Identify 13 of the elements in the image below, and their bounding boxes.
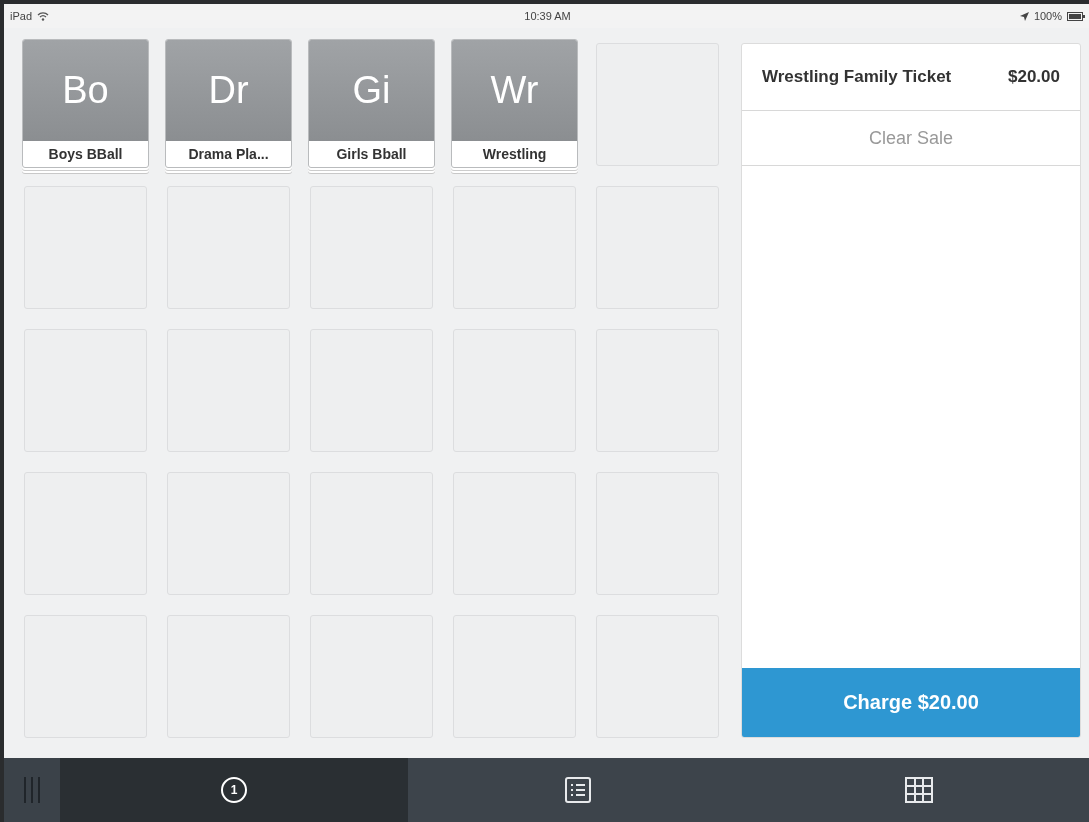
grid-icon [904,777,933,803]
location-arrow-icon [1019,11,1029,21]
sale-count-badge: 1 [221,777,247,803]
menu-icon [22,777,42,803]
clock-time: 10:39 AM [524,10,571,22]
item-name: Wrestling Family Ticket [762,67,952,87]
wifi-icon [37,11,50,21]
battery-percent: 100% [1033,10,1062,22]
tab[interactable]: 1 [60,758,408,822]
item-price: $20.00 [1008,67,1060,87]
list-icon [565,777,591,803]
device-name: iPad [10,10,33,22]
battery-icon [1067,11,1085,21]
